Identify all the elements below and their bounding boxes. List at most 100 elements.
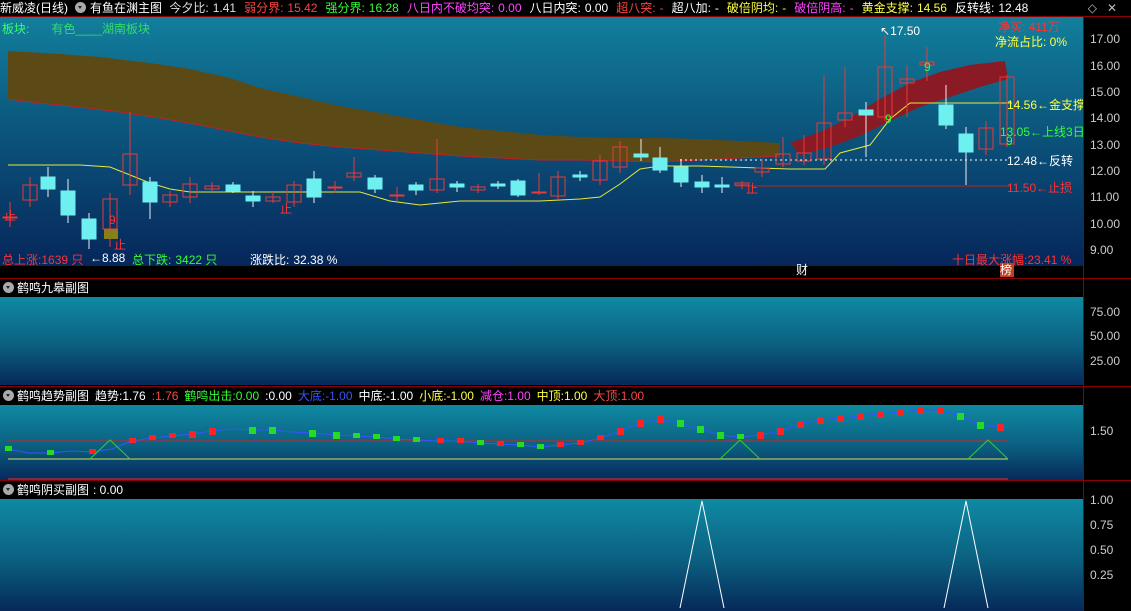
candle-body bbox=[81, 218, 97, 240]
topbar-item: 超八加: - bbox=[671, 1, 719, 15]
candle-body bbox=[40, 176, 56, 190]
gold-support-label: 14.56←金支撑 bbox=[1007, 98, 1083, 112]
trend-bar bbox=[537, 444, 544, 449]
panel3-value: : 0.00 bbox=[93, 483, 124, 497]
trend-bar bbox=[89, 449, 96, 454]
candle-body bbox=[572, 174, 588, 178]
topbar-item: 弱分界: 15.42 bbox=[244, 1, 318, 15]
candle-body bbox=[714, 184, 730, 188]
stock-title[interactable]: 新威凌(日线) bbox=[0, 1, 68, 15]
candle-body bbox=[449, 183, 465, 188]
trend-bar bbox=[477, 440, 484, 445]
trend-bar bbox=[47, 450, 54, 455]
axis-tick: 0.75 bbox=[1090, 518, 1114, 532]
panel2-item: 大底:-1.00 bbox=[297, 389, 353, 403]
axis-tick: 14.00 bbox=[1090, 111, 1121, 125]
window-controls: ◇ ✕ bbox=[1088, 0, 1121, 17]
trend-bar bbox=[857, 413, 864, 420]
axis-tick: 1.00 bbox=[1090, 493, 1114, 507]
formula-dropdown-icon[interactable] bbox=[75, 2, 86, 13]
trend-bar bbox=[977, 422, 984, 429]
svg-text:9: 9 bbox=[885, 112, 892, 126]
candle-body bbox=[958, 133, 974, 153]
panel2-chart[interactable] bbox=[0, 405, 1083, 480]
trend-bar bbox=[249, 427, 256, 434]
trend-bar bbox=[129, 438, 136, 443]
panel3-title: 鹤鸣阴买副图 bbox=[17, 483, 90, 497]
close-icon[interactable]: ✕ bbox=[1107, 1, 1117, 15]
topbar-item: 强分界: 16.28 bbox=[325, 1, 399, 15]
panel3-menu-icon[interactable] bbox=[3, 484, 14, 495]
panel2-values: 趋势:1.76:1.76 鹤鸣出击:0.00:0.00 大底:-1.00 中底:-1.… bbox=[89, 389, 644, 403]
axis-tick: 13.00 bbox=[1090, 138, 1121, 152]
badge-bang[interactable]: 榜 bbox=[1000, 263, 1014, 277]
panel2-menu-icon[interactable] bbox=[3, 390, 14, 401]
svg-text:9: 9 bbox=[924, 60, 931, 74]
formula-name[interactable]: 有鱼在渊主图 bbox=[90, 1, 162, 15]
indicator-values: 今夕比: 1.41 弱分界: 15.42 强分界: 16.28 八日内不破均突: 0.00 八日… bbox=[169, 1, 1036, 15]
buy-line-label: 13.05←上线3日买 bbox=[1000, 125, 1083, 139]
panel1-menu-icon[interactable] bbox=[3, 282, 14, 293]
axis-tick: 15.00 bbox=[1090, 85, 1121, 99]
topbar-item: 破倍阴均: - bbox=[726, 1, 787, 15]
trend-bar bbox=[657, 416, 664, 423]
topbar-item: 今夕比: 1.41 bbox=[169, 1, 237, 15]
panel2-title: 鹤鸣趋势副图 bbox=[17, 389, 90, 403]
badge-cai[interactable]: 财 bbox=[796, 263, 810, 277]
trend-bar bbox=[517, 442, 524, 447]
panel2-axis: 1.50 bbox=[1083, 387, 1131, 481]
trend-bar bbox=[937, 407, 944, 414]
indicator-header-bar: 新威凌(日线) 有鱼在渊主图 今夕比: 1.41 弱分界: 15.42 强分界: 16.28… bbox=[0, 0, 1131, 17]
candle-body bbox=[633, 153, 649, 158]
axis-tick: 0.25 bbox=[1090, 568, 1114, 582]
trend-bar bbox=[333, 432, 340, 439]
trend-bar bbox=[597, 435, 604, 440]
trend-bar bbox=[497, 441, 504, 446]
market-breadth: 总上涨:1639 只 bbox=[2, 253, 84, 266]
diamond-icon[interactable]: ◇ bbox=[1088, 1, 1097, 15]
candle-body bbox=[60, 190, 76, 216]
trend-bar bbox=[617, 428, 624, 435]
low-price-label: ←8.88 bbox=[90, 251, 126, 265]
candle-body bbox=[490, 183, 506, 187]
trend-bar bbox=[677, 420, 684, 427]
panel1-chart[interactable] bbox=[0, 297, 1083, 385]
candle-body bbox=[531, 191, 547, 194]
panel2-header: 鹤鸣趋势副图 趋势:1.76:1.76 鹤鸣出击:0.00:0.00 大底:-1.00… bbox=[0, 387, 1083, 405]
panel1-header: 鹤鸣九皋副图 bbox=[0, 279, 1083, 297]
topbar-item: 破倍阴高: - bbox=[794, 1, 854, 15]
axis-tick: 16.00 bbox=[1090, 59, 1121, 73]
trend-bar bbox=[393, 436, 400, 441]
candle-body bbox=[694, 181, 710, 188]
candle-body bbox=[327, 186, 343, 189]
topbar-item: 八日内不破均突: 0.00 bbox=[406, 1, 522, 15]
panel2-item: 中底:-1.00 bbox=[358, 389, 414, 403]
trend-bar bbox=[189, 431, 196, 438]
candle-body bbox=[367, 177, 383, 190]
axis-tick: 9.00 bbox=[1090, 243, 1114, 257]
trend-bar bbox=[737, 434, 744, 439]
axis-tick: 25.00 bbox=[1090, 354, 1121, 368]
main-kline-chart[interactable]: 止 止 止 止 9 9 9 9 板块: 有色____湖南板块 净买: 411万 净… bbox=[0, 17, 1083, 266]
panel3-chart[interactable] bbox=[0, 499, 1083, 611]
stoploss-label: 11.50←止损 bbox=[1007, 181, 1073, 195]
sector-info: 板块: 有色____湖南板块 bbox=[2, 22, 151, 36]
trend-bar bbox=[917, 407, 924, 414]
high-price-label: ↖17.50 bbox=[880, 24, 921, 38]
trend-bar bbox=[457, 438, 464, 443]
axis-tick: 0.50 bbox=[1090, 543, 1114, 557]
candle-body bbox=[389, 194, 405, 197]
trend-bar bbox=[877, 411, 884, 418]
axis-tick: 1.50 bbox=[1090, 424, 1114, 438]
panel2-item: 小底:-1.00 bbox=[419, 389, 474, 403]
trend-bar bbox=[797, 421, 804, 428]
trend-bar bbox=[353, 433, 360, 438]
panel2-item: :1.76 bbox=[151, 389, 179, 403]
trend-bar bbox=[577, 440, 584, 445]
axis-tick: 50.00 bbox=[1090, 329, 1121, 343]
red-band bbox=[790, 61, 1008, 155]
candle-body bbox=[858, 109, 874, 116]
trend-bar bbox=[637, 420, 644, 427]
trend-bar bbox=[957, 413, 964, 420]
candle-body bbox=[673, 166, 689, 183]
